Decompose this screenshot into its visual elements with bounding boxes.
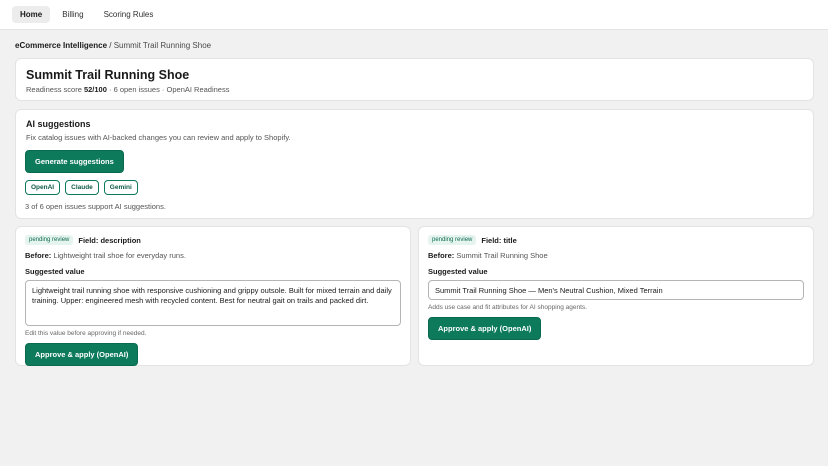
suggested-value-label: Suggested value	[25, 267, 85, 276]
approve-apply-button[interactable]: Approve & apply (OpenAI)	[25, 343, 139, 366]
breadcrumb-current: Summit Trail Running Shoe	[113, 41, 212, 50]
suggestion-card-title: pending review Field: title Before: Summ…	[418, 226, 814, 366]
suggestion-header: pending review Field: description	[25, 235, 401, 245]
tab-billing[interactable]: Billing	[54, 6, 91, 23]
ai-section-description: Fix catalog issues with AI-backed change…	[26, 133, 291, 142]
ai-suggestions-card: AI suggestions Fix catalog issues with A…	[15, 109, 814, 219]
before-value: Before: Summit Trail Running Shoe	[428, 251, 804, 260]
suggestion-header: pending review Field: title	[428, 235, 804, 245]
edit-hint: Edit this value before approving if need…	[25, 330, 147, 337]
before-label: Before:	[25, 251, 52, 260]
page-title: Summit Trail Running Shoe	[26, 68, 190, 82]
readiness-score: 52/100	[83, 85, 107, 94]
field-label: Field: title	[481, 235, 517, 245]
provider-chips: OpenAI Claude Gemini	[25, 180, 138, 195]
before-text: Lightweight trail shoe for everyday runs…	[51, 251, 186, 260]
breadcrumb-root-link[interactable]: eCommerce Intelligence	[15, 41, 107, 50]
meta-prefix: Readiness score	[26, 85, 84, 94]
tab-home[interactable]: Home	[12, 6, 51, 23]
meta-suffix: · 6 open issues · OpenAI Readiness	[106, 85, 230, 94]
provider-chip-gemini[interactable]: Gemini	[103, 180, 138, 195]
before-text: Summit Trail Running Shoe	[454, 251, 548, 260]
provider-chip-claude[interactable]: Claude	[65, 180, 99, 195]
suggestion-card-description: pending review Field: description Before…	[15, 226, 411, 366]
breadcrumb-separator: /	[107, 41, 114, 50]
before-value: Before: Lightweight trail shoe for every…	[25, 251, 401, 260]
suggested-value-input[interactable]: Summit Trail Running Shoe — Men's Neutra…	[428, 280, 804, 300]
edit-hint: Adds use case and fit attributes for AI …	[428, 304, 587, 311]
status-badge: pending review	[428, 235, 477, 245]
tab-scoring-rules[interactable]: Scoring Rules	[96, 6, 162, 23]
field-label: Field: description	[78, 235, 141, 245]
suggested-value-textarea[interactable]: Lightweight trail running shoe with resp…	[25, 280, 401, 326]
status-badge: pending review	[25, 235, 74, 245]
support-note: 3 of 6 open issues support AI suggestion…	[25, 202, 166, 211]
provider-chip-openai[interactable]: OpenAI	[25, 180, 61, 195]
product-header-card: Summit Trail Running Shoe Readiness scor…	[15, 58, 814, 101]
suggested-value-label: Suggested value	[428, 267, 488, 276]
generate-suggestions-button[interactable]: Generate suggestions	[25, 150, 124, 173]
breadcrumb: eCommerce Intelligence / Summit Trail Ru…	[15, 41, 211, 50]
product-meta: Readiness score 52/100 · 6 open issues ·…	[26, 85, 803, 94]
ai-section-title: AI suggestions	[26, 119, 91, 129]
top-navigation: Home Billing Scoring Rules	[0, 0, 828, 30]
before-label: Before:	[428, 251, 455, 260]
approve-apply-button[interactable]: Approve & apply (OpenAI)	[428, 317, 542, 340]
